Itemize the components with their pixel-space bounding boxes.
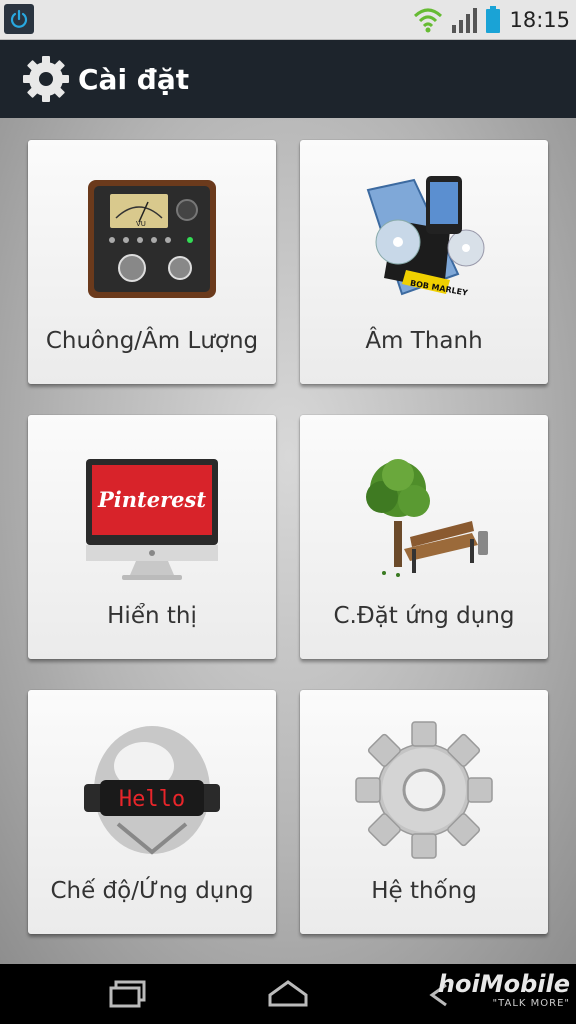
tile-modes-apps[interactable]: Hello Chế độ/Ứng dụng bbox=[28, 690, 276, 934]
status-bar: 18:15 bbox=[0, 0, 576, 40]
wifi-icon bbox=[414, 8, 443, 33]
battery-icon bbox=[486, 6, 501, 33]
page-title: Cài đặt bbox=[78, 62, 190, 96]
watermark-sub: "TALK MORE" bbox=[492, 998, 570, 1009]
tile-label: Chế độ/Ứng dụng bbox=[50, 878, 254, 904]
audio-meter-icon: VU bbox=[88, 180, 216, 298]
signal-icon bbox=[452, 8, 478, 33]
settings-grid: VU Chuông/Âm Lượng BOB MARLEY Âm Thanh P… bbox=[0, 118, 576, 964]
recent-apps-icon bbox=[109, 980, 146, 1008]
status-time: 18:15 bbox=[509, 8, 570, 32]
visor-text: Hello bbox=[119, 787, 185, 812]
navigation-bar: hoiMobile "TALK MORE" bbox=[0, 964, 576, 1024]
home-icon bbox=[268, 980, 308, 1007]
recent-apps-button[interactable] bbox=[98, 974, 158, 1014]
system-gear-icon bbox=[355, 721, 493, 859]
home-button[interactable] bbox=[258, 974, 318, 1014]
media-player-icon: BOB MARLEY bbox=[366, 176, 485, 298]
helmet-icon: Hello bbox=[84, 726, 220, 855]
tile-sound[interactable]: BOB MARLEY Âm Thanh bbox=[300, 140, 548, 384]
monitor-icon: Pinterest bbox=[86, 459, 218, 580]
tile-label: Âm Thanh bbox=[365, 328, 483, 354]
gear-icon bbox=[23, 56, 69, 102]
tile-label: Chuông/Âm Lượng bbox=[45, 328, 259, 354]
action-bar: Cài đặt bbox=[0, 40, 576, 118]
tile-display[interactable]: Pinterest Hiển thị bbox=[28, 415, 276, 659]
tile-label: Hệ thống bbox=[371, 878, 477, 904]
tile-ringtone-volume[interactable]: VU Chuông/Âm Lượng bbox=[28, 140, 276, 384]
tile-label: Hiển thị bbox=[107, 603, 197, 629]
svg-text:VU: VU bbox=[136, 220, 146, 228]
tile-app-settings[interactable]: C.Đặt ứng dụng bbox=[300, 415, 548, 659]
screen-text: Pinterest bbox=[97, 487, 206, 512]
watermark: hoiMobile "TALK MORE" bbox=[438, 970, 570, 1020]
power-icon[interactable] bbox=[4, 4, 34, 34]
tile-system[interactable]: Hệ thống bbox=[300, 690, 548, 934]
watermark-main: hoiMobile bbox=[437, 970, 570, 998]
tree-bench-icon bbox=[366, 459, 488, 577]
tile-label: C.Đặt ứng dụng bbox=[333, 603, 515, 629]
